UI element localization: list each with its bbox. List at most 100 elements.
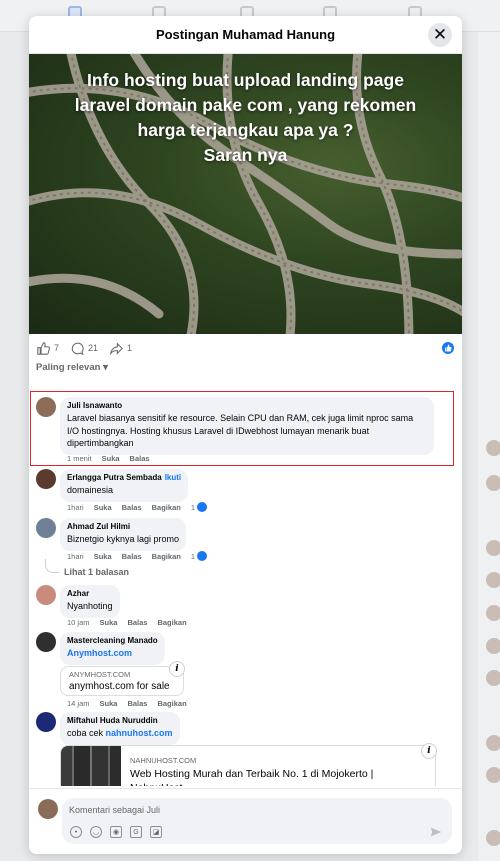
post-image[interactable]: Info hosting buat upload landing page la…: [29, 54, 462, 334]
comment-author[interactable]: Mastercleaning Manado: [67, 636, 158, 645]
comment-icon: [71, 342, 84, 355]
contact-avatar: [486, 605, 500, 621]
see-replies-link[interactable]: Lihat 1 balasan: [64, 567, 129, 577]
sticker-icon[interactable]: ◪: [150, 826, 162, 838]
comment-link[interactable]: Anymhost.com: [67, 647, 158, 660]
comment-count-button[interactable]: 21: [71, 342, 98, 355]
contact-avatar: [486, 670, 500, 686]
comment-text: Laravel biasanya sensitif ke resource. S…: [67, 413, 414, 448]
comment-actions: 10 jam Suka Balas Bagikan: [67, 618, 197, 627]
comment-item: Mastercleaning Manado Anymhost.com: [36, 632, 165, 665]
comment-bubble: Ahmad Zul Hilmi Biznetgio kyknya lagi pr…: [60, 518, 187, 551]
avatar[interactable]: [36, 585, 56, 605]
comments-list: Juli Isnawanto Laravel biasanya sensitif…: [29, 376, 462, 786]
avatar[interactable]: [36, 518, 56, 538]
reply-link[interactable]: Balas: [127, 618, 147, 627]
comment-time[interactable]: 1hari: [67, 503, 84, 512]
reactions-bar: 7 21 1: [29, 334, 462, 362]
like-link[interactable]: Suka: [100, 618, 118, 627]
reply-link[interactable]: Balas: [130, 454, 150, 463]
comment-time[interactable]: 14 jam: [67, 699, 90, 708]
camera-icon[interactable]: ◉: [110, 826, 122, 838]
comment-sort-dropdown[interactable]: Paling relevan ▾: [36, 362, 108, 373]
close-button[interactable]: ✕: [428, 23, 452, 47]
modal-title: Postingan Muhamad Hanung: [155, 27, 336, 42]
send-icon[interactable]: [430, 826, 442, 838]
contact-avatar: [486, 572, 500, 588]
comment-bubble: Miftahul Huda Nuruddin coba cek nahnuhos…: [60, 712, 180, 745]
comment-author: Erlangga Putra Sembada Ikuti: [67, 473, 182, 482]
comment-input-placeholder: Komentari sebagai Juli: [69, 805, 161, 815]
reaction-count[interactable]: 1: [191, 551, 207, 561]
share-link[interactable]: Bagikan: [152, 503, 181, 512]
avatar[interactable]: [36, 632, 56, 652]
comment-author[interactable]: Juli Isnawanto: [67, 401, 427, 410]
comment-actions: 1hari Suka Balas Bagikan 1: [67, 551, 217, 561]
reply-link[interactable]: Balas: [127, 699, 147, 708]
info-icon[interactable]: i: [421, 743, 437, 759]
avatar[interactable]: [36, 397, 56, 417]
comment-bubble: Mastercleaning Manado Anymhost.com: [60, 632, 165, 665]
like-link[interactable]: Suka: [100, 699, 118, 708]
like-link[interactable]: Suka: [94, 503, 112, 512]
comment-bubble: Juli Isnawanto Laravel biasanya sensitif…: [60, 397, 434, 455]
chevron-down-icon: ▾: [103, 362, 108, 373]
comment-composer: Komentari sebagai Juli • ◡ ◉ G ◪: [29, 788, 462, 854]
comment-item: Ahmad Zul Hilmi Biznetgio kyknya lagi pr…: [36, 518, 187, 551]
reaction-count[interactable]: 1: [191, 502, 207, 512]
preview-title: anymhost.com for sale: [69, 681, 170, 692]
comment-text: domainesia: [67, 485, 114, 495]
share-link[interactable]: Bagikan: [157, 618, 186, 627]
comment-author[interactable]: Miftahul Huda Nuruddin: [67, 716, 173, 725]
reply-link[interactable]: Balas: [122, 503, 142, 512]
avatar[interactable]: [36, 469, 56, 489]
comment-actions: 1hari Suka Balas Bagikan 1: [67, 502, 217, 512]
like-reaction-icon: [197, 551, 207, 561]
preview-thumbnail: [61, 746, 121, 786]
reply-thread-line: [45, 559, 59, 573]
thumbs-up-icon: [37, 341, 50, 355]
emoji-icon[interactable]: ◡: [90, 826, 102, 838]
comment-text: Nyanhoting: [67, 601, 113, 611]
comment-actions: 1 menit Suka Balas: [67, 454, 160, 463]
image-caption: Info hosting buat upload landing page la…: [74, 70, 417, 165]
comment-time[interactable]: 1 menit: [67, 454, 92, 463]
like-link[interactable]: Suka: [94, 552, 112, 561]
share-link[interactable]: Bagikan: [152, 552, 181, 561]
info-icon[interactable]: i: [169, 661, 185, 677]
reply-link[interactable]: Balas: [122, 552, 142, 561]
link-preview-card[interactable]: ANYMHOST.COM anymhost.com for sale: [60, 666, 184, 696]
comment-input[interactable]: Komentari sebagai Juli • ◡ ◉ G ◪: [62, 798, 452, 844]
contact-avatar: [486, 767, 500, 783]
contact-avatar: [486, 830, 500, 846]
avatar[interactable]: [36, 712, 56, 732]
avatar: [38, 799, 58, 819]
comment-item: Azhar Nyanhoting: [36, 585, 120, 618]
contact-avatar: [486, 475, 500, 491]
comment-time[interactable]: 10 jam: [67, 618, 90, 627]
share-count-button[interactable]: 1: [110, 341, 132, 355]
comment-text: Biznetgio kyknya lagi promo: [67, 534, 180, 544]
comment-bubble: Azhar Nyanhoting: [60, 585, 120, 618]
comment-text: coba cek nahnuhost.com: [67, 728, 173, 738]
preview-title: Web Hosting Murah dan Terbaik No. 1 di M…: [130, 768, 374, 786]
composer-toolbar: • ◡ ◉ G ◪: [70, 826, 170, 838]
share-link[interactable]: Bagikan: [157, 699, 186, 708]
post-modal: Postingan Muhamad Hanung ✕ Info hosting …: [29, 16, 462, 854]
comment-item: Juli Isnawanto Laravel biasanya sensitif…: [36, 397, 434, 455]
comment-author[interactable]: Ahmad Zul Hilmi: [67, 522, 179, 531]
comment-author[interactable]: Azhar: [67, 589, 113, 598]
gif-icon[interactable]: G: [130, 826, 142, 838]
avatar-sticker-icon[interactable]: •: [70, 826, 82, 838]
contact-avatar: [486, 638, 500, 654]
follow-link[interactable]: Ikuti: [165, 473, 181, 482]
comment-link[interactable]: nahnuhost.com: [106, 728, 173, 738]
like-link[interactable]: Suka: [102, 454, 120, 463]
comment-item: Erlangga Putra Sembada Ikuti domainesia: [36, 469, 189, 502]
comment-time[interactable]: 1hari: [67, 552, 84, 561]
contact-avatar: [486, 540, 500, 556]
close-icon: ✕: [432, 25, 448, 44]
contact-avatar: [486, 735, 500, 751]
link-preview-card[interactable]: NAHNUHOST.COM Web Hosting Murah dan Terb…: [60, 745, 436, 786]
like-count-button[interactable]: 7: [37, 341, 59, 355]
